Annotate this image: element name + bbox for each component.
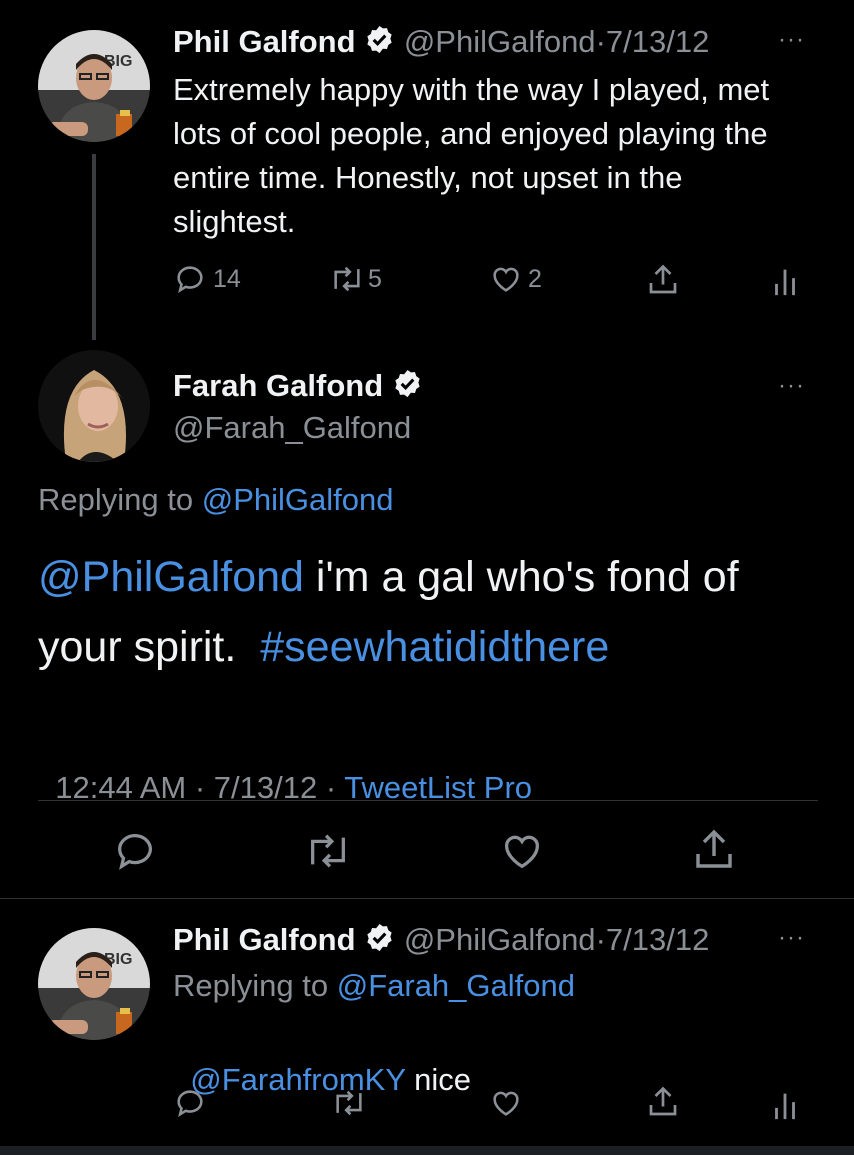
share-button[interactable] bbox=[690, 826, 738, 874]
replying-label: Replying to bbox=[38, 482, 194, 517]
share-action[interactable] bbox=[645, 262, 681, 298]
reply-icon bbox=[177, 266, 203, 294]
share-icon bbox=[649, 264, 677, 294]
author-handle[interactable]: @PhilGalfond bbox=[404, 922, 596, 957]
reply-action[interactable]: 14 bbox=[173, 262, 241, 296]
tweet-date[interactable]: 7/13/12 bbox=[606, 24, 709, 59]
like-icon bbox=[493, 1091, 519, 1116]
retweet-action[interactable]: 5 bbox=[328, 262, 382, 296]
like-button[interactable] bbox=[498, 828, 546, 874]
main-author-handle[interactable]: @Farah_Galfond bbox=[173, 410, 411, 446]
share-action[interactable] bbox=[645, 1084, 681, 1120]
main-author-name: Farah Galfond bbox=[173, 368, 423, 407]
author-name[interactable]: Phil Galfond bbox=[173, 24, 356, 59]
divider bbox=[38, 800, 818, 801]
share-icon bbox=[696, 829, 732, 868]
retweet-icon bbox=[334, 266, 360, 292]
like-action[interactable]: 2 bbox=[488, 262, 542, 296]
more-icon[interactable]: ··· bbox=[778, 372, 805, 400]
reply-button[interactable] bbox=[112, 828, 158, 874]
replying-handle[interactable]: @Farah_Galfond bbox=[337, 968, 575, 1003]
main-tweet-text: @PhilGalfond i'm a gal who's fond of you… bbox=[38, 542, 828, 682]
retweet-count: 5 bbox=[368, 264, 382, 293]
tweet-body: nice bbox=[405, 1062, 471, 1097]
avatar-farah[interactable] bbox=[38, 350, 150, 462]
author-name[interactable]: Farah Galfond bbox=[173, 368, 383, 403]
separator: · bbox=[595, 922, 606, 957]
share-icon bbox=[649, 1086, 677, 1116]
analytics-icon bbox=[775, 269, 795, 296]
separator: · bbox=[595, 24, 606, 59]
like-icon bbox=[493, 267, 519, 292]
author-handle[interactable]: @PhilGalfond bbox=[404, 24, 596, 59]
like-action[interactable] bbox=[488, 1086, 524, 1120]
thread-line bbox=[92, 154, 96, 340]
retweet-icon bbox=[311, 834, 345, 868]
verified-icon bbox=[364, 24, 395, 63]
analytics-action[interactable] bbox=[770, 1088, 800, 1122]
retweet-action[interactable] bbox=[330, 1086, 368, 1120]
reply-header: Phil Galfond @PhilGalfond·7/13/12 bbox=[173, 922, 709, 961]
tweet1-header: Phil Galfond @PhilGalfond·7/13/12 bbox=[173, 24, 709, 63]
replying-label: Replying to bbox=[173, 968, 329, 1003]
analytics-action[interactable] bbox=[770, 264, 800, 298]
like-icon bbox=[505, 835, 539, 869]
avatar-phil[interactable]: BIG bbox=[38, 30, 150, 142]
more-icon[interactable]: ··· bbox=[778, 26, 805, 54]
analytics-icon bbox=[775, 1093, 795, 1120]
retweet-icon bbox=[336, 1090, 362, 1116]
hashtag-link[interactable]: #seewhatididthere bbox=[260, 623, 609, 671]
avatar-phil[interactable]: BIG bbox=[38, 928, 150, 1040]
divider bbox=[0, 898, 854, 899]
more-icon[interactable]: ··· bbox=[778, 924, 805, 952]
tweet-meta: 12:44 AM · 7/13/12 · TweetList Pro bbox=[38, 734, 532, 806]
tweet1-text: Extremely happy with the way I played, m… bbox=[173, 72, 770, 239]
reply-icon bbox=[177, 1090, 203, 1118]
author-name[interactable]: Phil Galfond bbox=[173, 922, 356, 957]
reply-count: 14 bbox=[213, 264, 241, 293]
tweet-date[interactable]: 7/13/12 bbox=[606, 922, 709, 957]
verified-icon bbox=[392, 368, 423, 407]
mention-link[interactable]: @PhilGalfond bbox=[38, 553, 304, 601]
reply-replying-to: Replying to @Farah_Galfond bbox=[173, 968, 575, 1004]
reply-text: @FarahfromKY nice bbox=[173, 1026, 471, 1098]
like-count: 2 bbox=[528, 264, 542, 293]
bottom-bar bbox=[0, 1146, 854, 1155]
mention-link[interactable]: @FarahfromKY bbox=[190, 1062, 405, 1097]
main-replying-to: Replying to @PhilGalfond bbox=[38, 482, 393, 518]
replying-handle[interactable]: @PhilGalfond bbox=[202, 482, 394, 517]
verified-icon bbox=[364, 922, 395, 961]
retweet-button[interactable] bbox=[302, 828, 354, 874]
reply-icon bbox=[118, 834, 152, 870]
reply-action[interactable] bbox=[173, 1086, 207, 1120]
